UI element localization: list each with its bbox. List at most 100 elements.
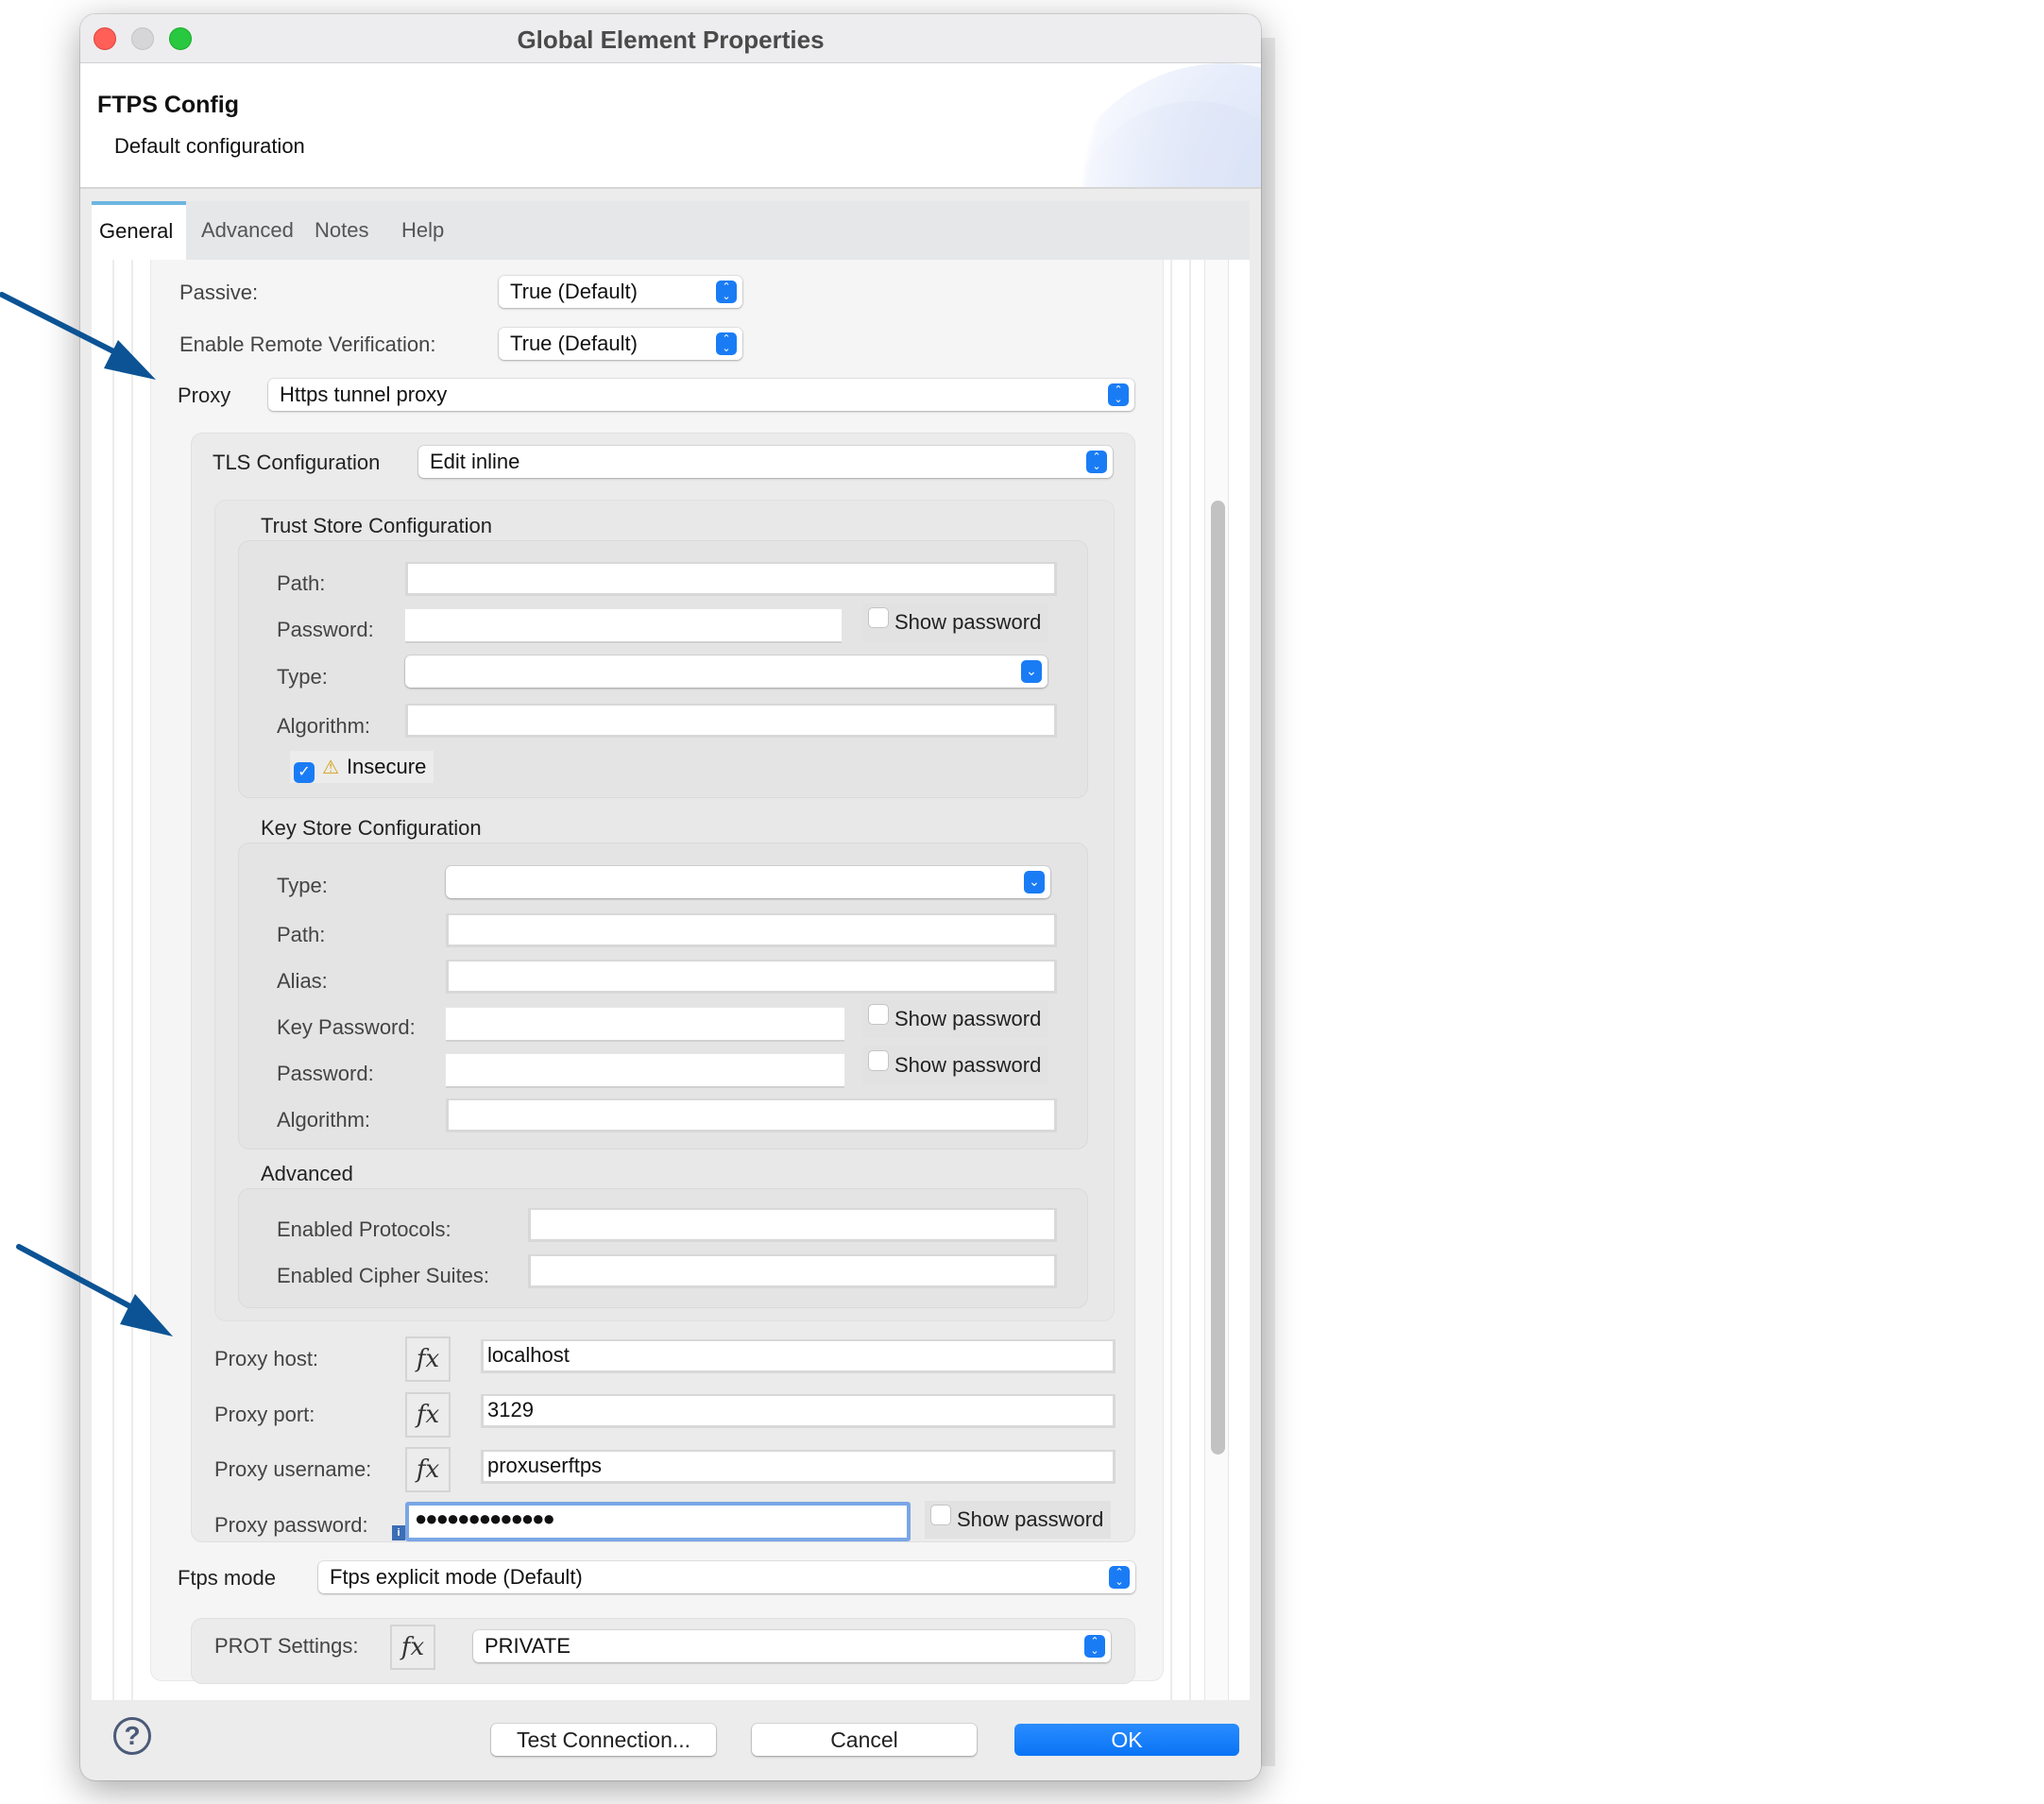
prot-settings-group: PROT Settings: fx PRIVATE ⌃ ⌄ [191, 1618, 1135, 1684]
checkbox-unchecked-icon [868, 607, 889, 628]
settings-panel: Passive: True (Default) ⌃ ⌄ Enable Remote… [150, 260, 1164, 1684]
key-show-key-password-label: Show password [894, 1007, 1042, 1030]
trust-store-title: Trust Store Configuration [261, 514, 492, 537]
fx-expression-button[interactable]: fx [405, 1447, 451, 1492]
fx-expression-button[interactable]: fx [405, 1336, 451, 1382]
chevron-down-icon: ⌄ [1024, 871, 1045, 893]
select-stepper-icon: ⌃ ⌄ [716, 281, 737, 303]
key-type-select[interactable]: ⌄ [446, 866, 1050, 898]
key-store-password-label: Password: [277, 1062, 374, 1085]
proxy-value: Https tunnel proxy [280, 383, 448, 406]
passive-value: True (Default) [510, 280, 638, 303]
proxy-host-input[interactable]: localhost [481, 1339, 1116, 1373]
tab-bar: General Advanced Notes Help [92, 201, 1250, 260]
tab-advanced[interactable]: Advanced [194, 201, 301, 260]
window-title: Global Element Properties [517, 26, 825, 54]
key-algorithm-input[interactable] [446, 1098, 1057, 1132]
trust-show-password-checkbox[interactable]: Show password [862, 604, 1049, 641]
proxy-username-label: Proxy username: [214, 1457, 372, 1481]
tls-configuration-select[interactable]: Edit inline ⌃ ⌄ [418, 446, 1113, 478]
scrollbar-thumb[interactable] [1211, 501, 1225, 1455]
checkbox-unchecked-icon [868, 1004, 889, 1025]
insecure-checkbox[interactable]: ✓ ⚠ Insecure [290, 751, 434, 783]
proxy-password-label: Proxy password: [214, 1513, 368, 1537]
key-store-group: Type: ⌄ Path: Alias: Key Password: Show … [238, 842, 1088, 1149]
enabled-protocols-input[interactable] [528, 1208, 1057, 1242]
key-password-label: Key Password: [277, 1015, 416, 1039]
cancel-button[interactable]: Cancel [752, 1724, 977, 1756]
general-tab-content: Passive: True (Default) ⌃ ⌄ Enable Remote… [92, 260, 1250, 1700]
trust-type-label: Type: [277, 665, 328, 689]
key-alias-input[interactable] [446, 960, 1057, 994]
trust-path-label: Path: [277, 571, 326, 595]
trust-show-password-label: Show password [894, 610, 1042, 634]
select-stepper-icon: ⌃ ⌄ [1109, 1566, 1130, 1589]
key-type-label: Type: [277, 874, 328, 897]
trust-type-select[interactable]: ⌄ [405, 655, 1048, 688]
tab-help[interactable]: Help [394, 201, 451, 260]
vertical-scrollbar[interactable] [1204, 260, 1229, 1700]
proxy-port-input[interactable]: 3129 [481, 1394, 1116, 1428]
annotation-arrow-proxy [0, 292, 156, 380]
key-algorithm-label: Algorithm: [277, 1108, 371, 1132]
info-icon: i [392, 1525, 405, 1540]
remote-verification-label: Enable Remote Verification: [179, 332, 436, 356]
key-store-password-input[interactable] [446, 1054, 844, 1088]
trust-path-input[interactable] [405, 562, 1057, 596]
trust-algorithm-input[interactable] [405, 704, 1057, 738]
fx-expression-button[interactable]: fx [390, 1625, 435, 1670]
proxy-select[interactable]: Https tunnel proxy ⌃ ⌄ [268, 379, 1134, 411]
trust-store-group: Path: Password: Show password Type: ⌄ Al… [238, 540, 1088, 798]
proxy-port-label: Proxy port: [214, 1403, 315, 1426]
prot-settings-value: PRIVATE [485, 1634, 571, 1658]
proxy-show-password-label: Show password [957, 1507, 1104, 1531]
proxy-label: Proxy [178, 383, 231, 407]
proxy-group: TLS Configuration Edit inline ⌃ ⌄ Trust S… [191, 433, 1135, 1542]
ok-button[interactable]: OK [1014, 1724, 1239, 1756]
ftps-mode-select[interactable]: Ftps explicit mode (Default) ⌃ ⌄ [318, 1561, 1135, 1593]
select-stepper-icon: ⌃ ⌄ [1086, 451, 1107, 473]
key-store-title: Key Store Configuration [261, 816, 482, 840]
remote-verification-select[interactable]: True (Default) ⌃ ⌄ [499, 328, 742, 360]
trust-algorithm-label: Algorithm: [277, 714, 371, 738]
annotation-arrow-proxy-host [16, 1244, 173, 1336]
divider [1170, 260, 1172, 1700]
fx-expression-button[interactable]: fx [405, 1392, 451, 1438]
key-password-input[interactable] [446, 1008, 844, 1042]
checkbox-unchecked-icon [930, 1505, 951, 1525]
enabled-cipher-suites-input[interactable] [528, 1254, 1057, 1288]
tls-configuration-value: Edit inline [430, 450, 520, 473]
prot-settings-label: PROT Settings: [214, 1634, 359, 1658]
checkbox-unchecked-icon [868, 1050, 889, 1071]
tab-notes[interactable]: Notes [307, 201, 376, 260]
warning-icon: ⚠ [322, 757, 339, 778]
checkbox-checked-icon: ✓ [294, 762, 315, 783]
prot-settings-select[interactable]: PRIVATE ⌃ ⌄ [473, 1630, 1111, 1662]
passive-select[interactable]: True (Default) ⌃ ⌄ [499, 276, 742, 308]
passive-label: Passive: [179, 281, 259, 304]
tls-group: Trust Store Configuration Path: Password… [214, 500, 1115, 1321]
key-show-key-password-checkbox[interactable]: Show password [862, 1000, 1049, 1038]
test-connection-button[interactable]: Test Connection... [491, 1724, 716, 1756]
select-stepper-icon: ⌃ ⌄ [1084, 1635, 1105, 1658]
divider [112, 260, 114, 1700]
divider [131, 260, 133, 1700]
key-path-input[interactable] [446, 913, 1057, 947]
proxy-username-input[interactable]: proxuserftps [481, 1450, 1116, 1484]
divider [1189, 260, 1191, 1700]
key-show-password-label: Show password [894, 1053, 1042, 1077]
proxy-password-input[interactable]: ●●●●●●●●●●●●● [405, 1502, 911, 1541]
key-path-label: Path: [277, 923, 326, 946]
title-bar: Global Element Properties [80, 14, 1261, 63]
enabled-cipher-suites-label: Enabled Cipher Suites: [277, 1264, 490, 1287]
proxy-show-password-checkbox[interactable]: Show password [925, 1501, 1112, 1539]
help-icon[interactable]: ? [113, 1717, 151, 1755]
ftps-mode-label: Ftps mode [178, 1566, 276, 1590]
proxy-host-label: Proxy host: [214, 1347, 319, 1370]
tab-general[interactable]: General [92, 201, 186, 260]
trust-password-label: Password: [277, 618, 374, 641]
select-stepper-icon: ⌃ ⌄ [716, 332, 737, 355]
trust-password-input[interactable] [405, 609, 842, 643]
key-show-password-checkbox[interactable]: Show password [862, 1047, 1049, 1084]
insecure-label: Insecure [346, 755, 427, 778]
